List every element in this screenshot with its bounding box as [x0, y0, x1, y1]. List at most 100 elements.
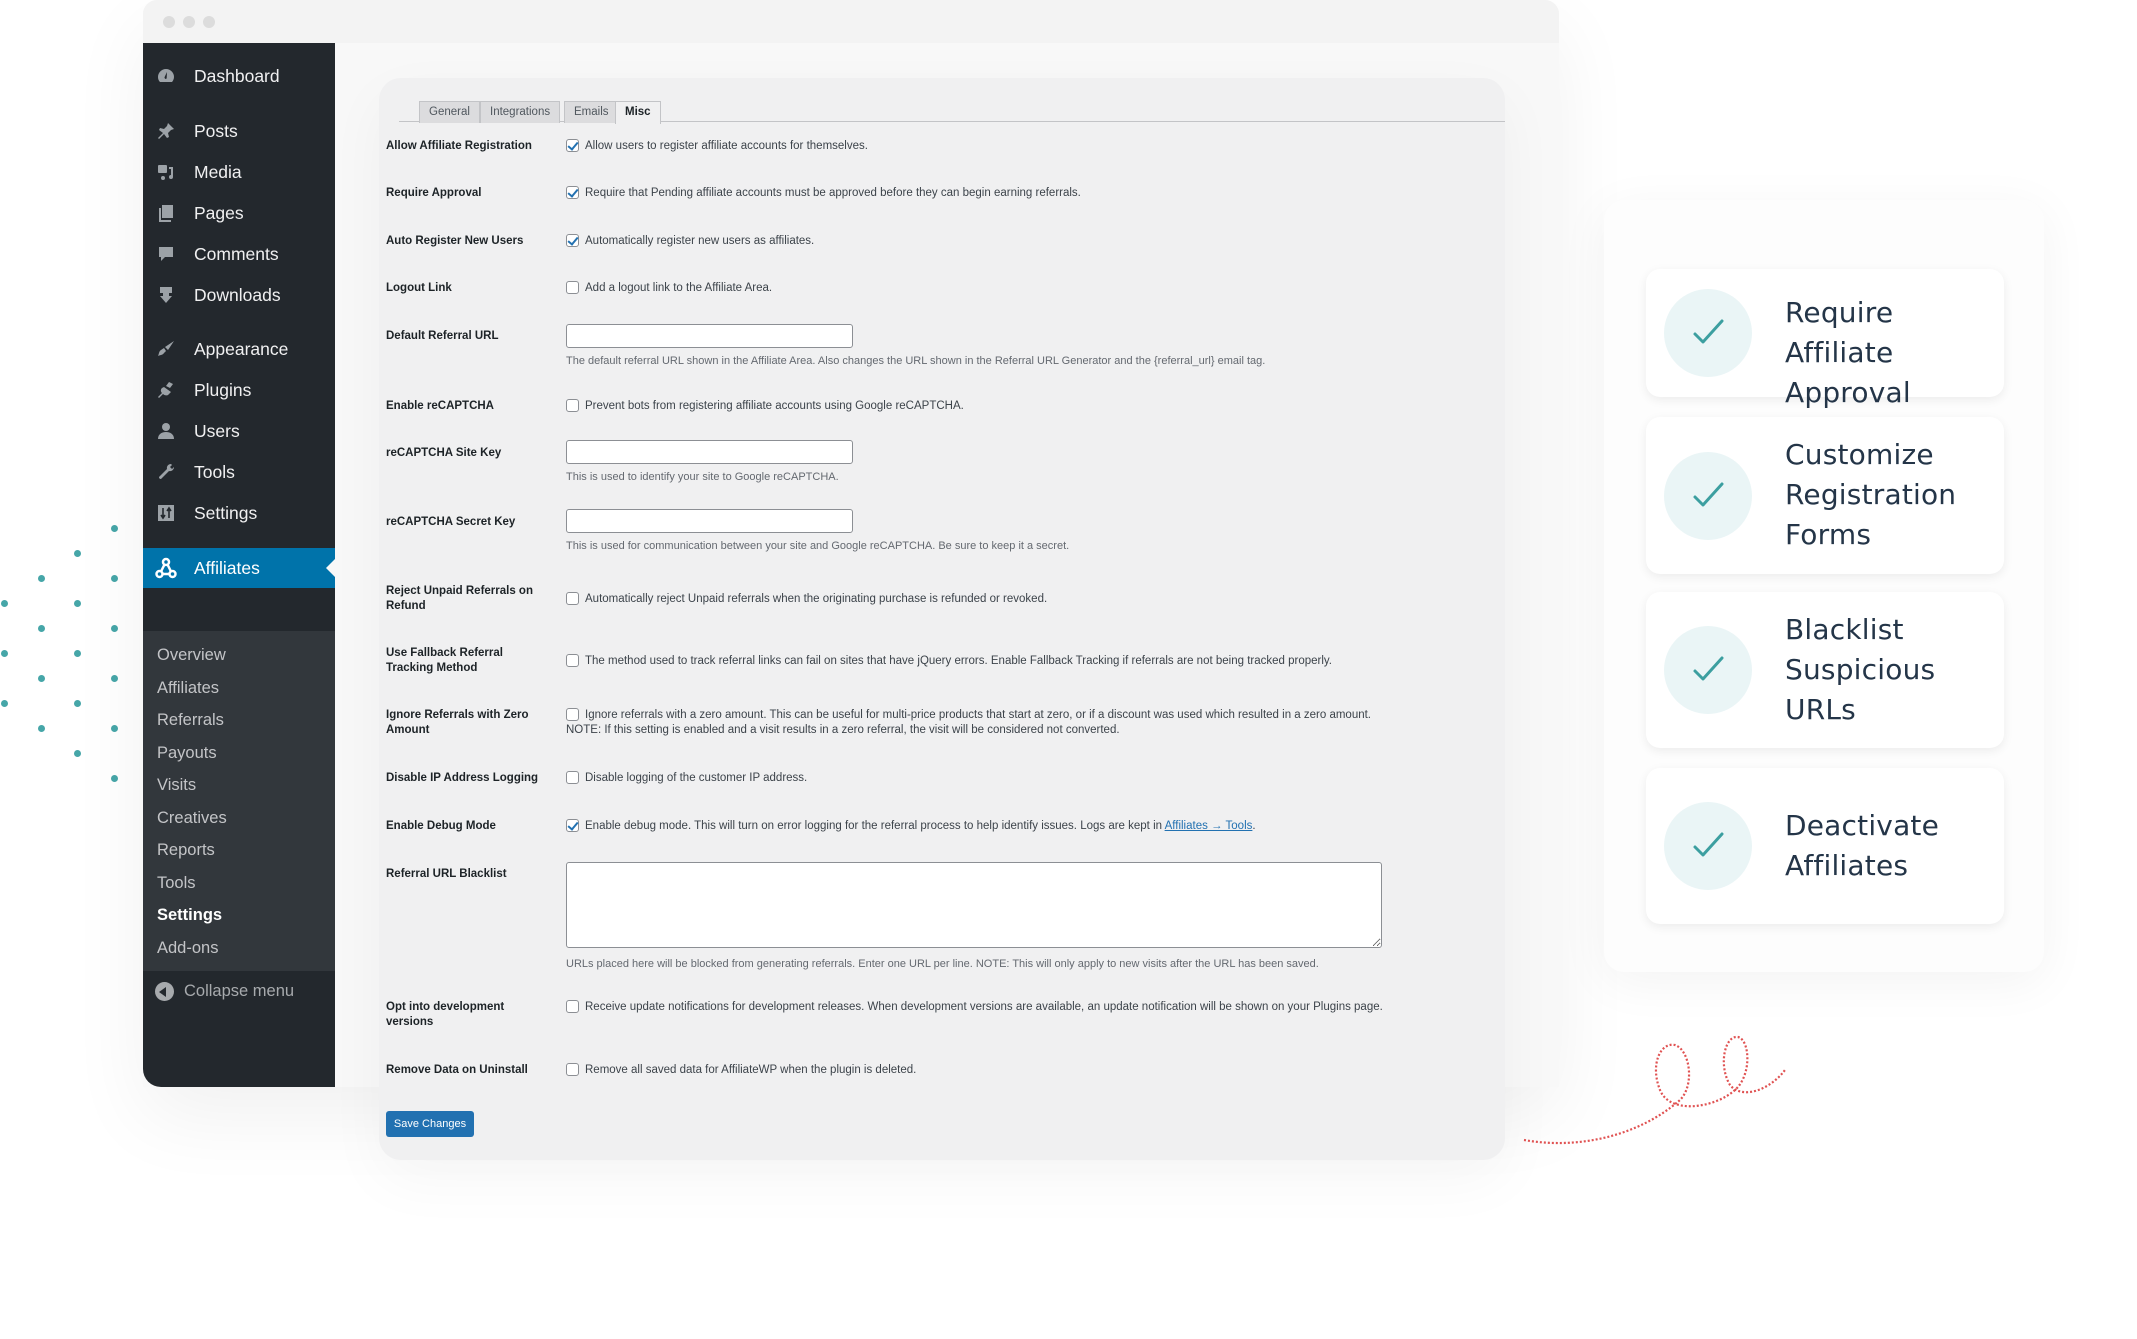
recaptcha-site-key-input[interactable]	[566, 440, 853, 464]
feature-label: Blacklist Suspicious URLs	[1785, 613, 1936, 726]
decorative-dot	[1, 600, 8, 607]
sidebar-item-comments[interactable]: Comments	[143, 237, 335, 271]
sidebar-item-plugins[interactable]: Plugins	[143, 373, 335, 407]
checkbox-text: Allow users to register affiliate accoun…	[585, 140, 868, 152]
checkbox-reject-unpaid[interactable]	[566, 592, 579, 605]
decorative-dot	[74, 550, 81, 557]
decorative-dot	[111, 675, 118, 682]
url-blacklist-textarea[interactable]	[566, 862, 1382, 948]
sidebar-item-dashboard[interactable]: Dashboard	[143, 59, 335, 93]
submenu-item-creatives[interactable]: Creatives	[157, 809, 227, 828]
submenu-item-affiliates[interactable]: Affiliates	[157, 679, 219, 698]
sidebar-item-label: Dashboard	[194, 65, 280, 86]
checkbox-text: Ignore referrals with a zero amount. Thi…	[566, 709, 1371, 736]
label-enable-recaptcha: Enable reCAPTCHA	[386, 400, 494, 412]
checkbox-auto-register[interactable]	[566, 234, 579, 247]
checkbox-debug-mode[interactable]	[566, 819, 579, 832]
window-close-dot[interactable]	[163, 16, 175, 28]
decorative-dot	[74, 750, 81, 757]
sidebar-item-settings[interactable]: Settings	[143, 496, 335, 530]
sidebar-item-label: Posts	[194, 120, 238, 141]
recaptcha-secret-key-description: This is used for communication between y…	[566, 540, 1070, 552]
tab-emails[interactable]: Emails	[564, 101, 619, 123]
decorative-dot	[1, 700, 8, 707]
submenu-item-referrals[interactable]: Referrals	[157, 711, 224, 730]
submenu-item-overview[interactable]: Overview	[157, 646, 226, 665]
submenu-item-settings[interactable]: Settings	[157, 906, 222, 925]
admin-sidebar: Dashboard Posts Media Pages Comments Dow…	[143, 43, 335, 1087]
submenu-item-tools[interactable]: Tools	[157, 874, 196, 893]
checkbox-enable-recaptcha[interactable]	[566, 399, 579, 412]
label-url-blacklist: Referral URL Blacklist	[386, 868, 507, 880]
default-referral-url-input[interactable]	[566, 324, 853, 348]
save-changes-button[interactable]: Save Changes	[386, 1111, 474, 1137]
check-icon	[1693, 482, 1724, 507]
sidebar-item-downloads[interactable]: Downloads	[143, 278, 335, 312]
collapse-menu-label: Collapse menu	[184, 982, 295, 1000]
sidebar-item-label: Tools	[194, 461, 235, 482]
window-minimize-dot[interactable]	[183, 16, 195, 28]
checkbox-text: Prevent bots from registering affiliate …	[585, 400, 964, 412]
sidebar-item-tools[interactable]: Tools	[143, 455, 335, 489]
affiliates-tools-link[interactable]: Affiliates → Tools	[1165, 820, 1253, 832]
checkbox-dev-versions[interactable]	[566, 1000, 579, 1013]
sidebar-item-pages[interactable]: Pages	[143, 196, 335, 230]
label-logout-link: Logout Link	[386, 282, 452, 294]
feature-card: Deactivate Affiliates	[1646, 768, 2004, 924]
checkbox-logout-link[interactable]	[566, 281, 579, 294]
label-auto-register: Auto Register New Users	[386, 235, 524, 247]
decorative-dot	[74, 700, 81, 707]
tab-integrations[interactable]: Integrations	[480, 101, 561, 123]
checkbox-disable-ip[interactable]	[566, 771, 579, 784]
label-default-referral-url: Default Referral URL	[386, 330, 499, 342]
settings-tabs: General Integrations Emails Misc	[399, 93, 1505, 124]
sidebar-item-posts[interactable]: Posts	[143, 114, 335, 148]
checkbox-fallback-tracking[interactable]	[566, 654, 579, 667]
field-dev-versions: Receive update notifications for develop…	[566, 1000, 1386, 1015]
checkbox-text: Require that Pending affiliate accounts …	[585, 187, 1081, 199]
decorative-dot	[111, 575, 118, 582]
window-chrome	[143, 0, 1559, 43]
label-require-approval: Require Approval	[386, 187, 482, 199]
label-recaptcha-site-key: reCAPTCHA Site Key	[386, 447, 502, 459]
check-icon	[1693, 319, 1724, 344]
tab-general[interactable]: General	[419, 101, 480, 123]
paintbrush-icon	[155, 338, 177, 360]
checkbox-allow-registration[interactable]	[566, 139, 579, 152]
label-fallback-tracking: Use Fallback Referral Tracking Method	[386, 647, 503, 674]
sidebar-item-users[interactable]: Users	[143, 414, 335, 448]
decorative-dot	[1, 650, 8, 657]
recaptcha-secret-key-input[interactable]	[566, 509, 853, 533]
user-icon	[155, 420, 177, 442]
tab-misc[interactable]: Misc	[615, 101, 661, 124]
label-allow-registration: Allow Affiliate Registration	[386, 140, 532, 152]
decorative-dot	[38, 725, 45, 732]
field-require-approval: Require that Pending affiliate accounts …	[566, 186, 1366, 201]
check-badge	[1664, 626, 1752, 714]
sidebar-item-affiliates[interactable]: Affiliates	[143, 548, 335, 588]
checkbox-remove-data[interactable]	[566, 1063, 579, 1076]
feature-card: Require Affiliate Approval	[1646, 269, 2004, 409]
submenu-item-reports[interactable]: Reports	[157, 841, 215, 860]
submenu-item-add-ons[interactable]: Add-ons	[157, 939, 218, 958]
sidebar-item-label: Comments	[194, 243, 279, 264]
checkbox-text-suffix: .	[1252, 820, 1256, 832]
submenu-item-visits[interactable]: Visits	[157, 776, 196, 795]
pages-icon	[155, 202, 177, 224]
collapse-menu-button[interactable]: Collapse menu	[155, 982, 294, 1001]
checkbox-ignore-zero[interactable]	[566, 708, 579, 721]
checkbox-require-approval[interactable]	[566, 186, 579, 199]
dashboard-icon	[155, 65, 177, 87]
field-auto-register: Automatically register new users as affi…	[566, 234, 1366, 249]
field-logout-link: Add a logout link to the Affiliate Area.	[566, 281, 1366, 296]
decorative-dot	[111, 525, 118, 532]
decorative-dot	[38, 675, 45, 682]
sidebar-item-appearance[interactable]: Appearance	[143, 332, 335, 366]
submenu-item-payouts[interactable]: Payouts	[157, 744, 217, 763]
field-remove-data: Remove all saved data for AffiliateWP wh…	[566, 1063, 1366, 1078]
wrench-icon	[155, 461, 177, 483]
affiliates-submenu: Overview Affiliates Referrals Payouts Vi…	[143, 631, 335, 971]
affiliates-icon	[155, 557, 177, 579]
sidebar-item-media[interactable]: Media	[143, 155, 335, 189]
window-maximize-dot[interactable]	[203, 16, 215, 28]
